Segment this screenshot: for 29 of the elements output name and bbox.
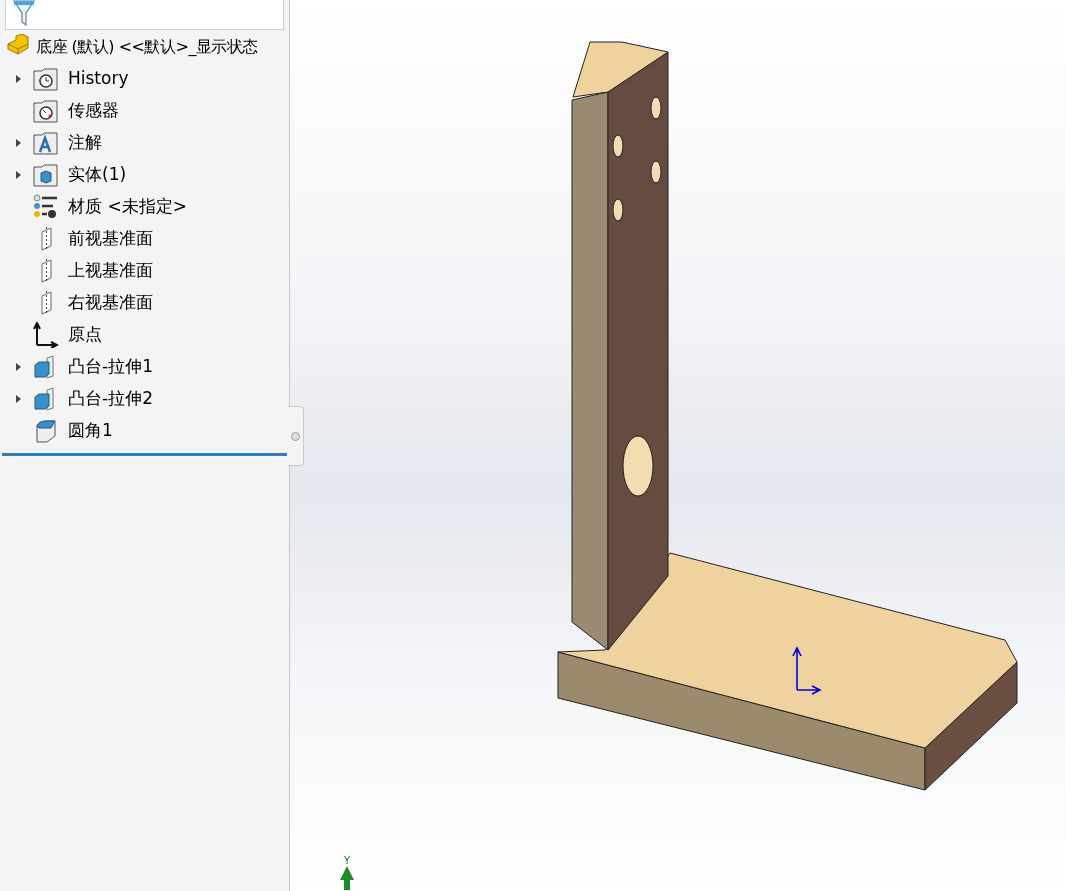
- plane-icon: [40, 226, 52, 252]
- panel-handle[interactable]: [288, 406, 304, 466]
- plane-icon: [40, 290, 52, 316]
- tree-item[interactable]: 实体(1): [68, 162, 127, 188]
- material-icon: [33, 194, 59, 220]
- tree-item[interactable]: 凸台-拉伸2: [68, 386, 153, 412]
- filter-field[interactable]: [5, 0, 284, 30]
- tree-item[interactable]: 右视基准面: [68, 290, 153, 316]
- filter-icon[interactable]: [12, 0, 36, 26]
- tree-item[interactable]: 上视基准面: [68, 258, 153, 284]
- fillet-icon: [33, 418, 59, 444]
- tree-item[interactable]: 材质 <未指定>: [68, 194, 187, 220]
- annotation-folder-icon: [33, 130, 59, 156]
- view-orientation-arrow-icon: [340, 866, 354, 890]
- solid-folder-icon: [33, 162, 59, 188]
- tree-item[interactable]: 注解: [68, 130, 102, 156]
- plane-icon: [40, 258, 52, 284]
- origin-icon: [33, 322, 59, 348]
- history-folder-icon: [33, 66, 59, 92]
- sensor-folder-icon: [33, 98, 59, 124]
- tree-item[interactable]: 圆角1: [68, 418, 113, 444]
- tree-item[interactable]: History: [68, 66, 129, 92]
- root-label[interactable]: 底座 (默认) <<默认>_显示状态: [36, 35, 258, 59]
- tree-item[interactable]: 前视基准面: [68, 226, 153, 252]
- axis-label: Y: [343, 856, 351, 866]
- origin-axes-icon: [790, 646, 822, 698]
- tree-item[interactable]: 凸台-拉伸1: [68, 354, 153, 380]
- tree-item[interactable]: 传感器: [68, 98, 119, 124]
- tree-item[interactable]: 原点: [68, 322, 102, 348]
